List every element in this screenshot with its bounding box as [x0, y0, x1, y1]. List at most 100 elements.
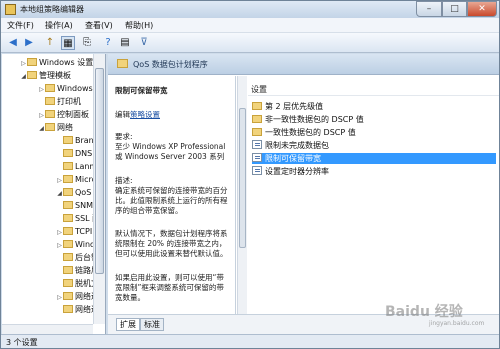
- status-text: 3 个设置: [6, 338, 38, 347]
- list-item[interactable]: 设置定时器分辨率: [252, 166, 496, 177]
- tree-vertical-scrollbar[interactable]: [93, 54, 105, 324]
- desc-line: 至少 Windows XP Professional: [115, 142, 226, 151]
- title-bar: 本地组策略编辑器 – □ ✕: [1, 1, 499, 18]
- expand-icon[interactable]: ▷: [56, 227, 63, 238]
- policy-setting-icon: [252, 166, 262, 175]
- folder-icon: [63, 279, 73, 287]
- menu-view[interactable]: 查看(V): [85, 20, 113, 31]
- pane-header: QoS 数据包计划程序: [108, 54, 499, 75]
- description-scrollbar[interactable]: [237, 76, 247, 314]
- desc-line: 比。此值限制系统上运行的所有程: [115, 196, 228, 205]
- tree-scroll-thumb[interactable]: [95, 68, 104, 274]
- folder-icon: [45, 84, 55, 92]
- folder-icon: [252, 115, 262, 123]
- extended-description: 限制可保留带宽 编辑策略设置 要求: 至少 Windows XP Profess…: [108, 76, 236, 314]
- properties-icon[interactable]: ▤: [118, 36, 132, 50]
- policy-editor-icon: [5, 4, 16, 15]
- expand-icon[interactable]: ▷: [38, 84, 45, 95]
- desc-line: 默认情况下，数据包计划程序将系: [115, 229, 228, 238]
- policy-settings-link[interactable]: 策略设置: [130, 110, 160, 119]
- tab-extended[interactable]: 扩展: [116, 318, 140, 331]
- folder-icon: [63, 188, 73, 196]
- policy-setting-icon: [252, 140, 262, 149]
- setting-title: 限制可保留带宽: [115, 86, 168, 95]
- menu-file[interactable]: 文件(F): [7, 20, 34, 31]
- up-folder-icon[interactable]: ↑: [43, 36, 57, 50]
- list-item[interactable]: 限制未完成数据包: [252, 140, 496, 151]
- back-arrow-icon[interactable]: ◀: [6, 36, 20, 50]
- desc-line: 或 Windows Server 2003 系列: [115, 152, 225, 161]
- tree-horizontal-scrollbar[interactable]: [2, 324, 93, 334]
- list-item-selected[interactable]: 限制可保留带宽: [252, 153, 496, 164]
- forward-arrow-icon[interactable]: ▶: [22, 36, 36, 50]
- export-list-icon[interactable]: ⎘: [80, 36, 94, 50]
- folder-icon: [63, 214, 73, 222]
- expand-icon[interactable]: ▷: [56, 292, 63, 303]
- menu-action[interactable]: 操作(A): [45, 20, 73, 31]
- folder-icon: [252, 102, 262, 110]
- folder-icon: [63, 253, 73, 261]
- pane-header-title: QoS 数据包计划程序: [133, 60, 208, 69]
- menu-help[interactable]: 帮助(H): [125, 20, 153, 31]
- folder-icon: [117, 59, 128, 68]
- desc-line: 统限制在 20% 的连接带宽之内，: [115, 239, 227, 248]
- collapse-icon[interactable]: ◢: [20, 71, 27, 82]
- list-item[interactable]: 一致性数据包的 DSCP 值: [252, 127, 496, 138]
- policy-setting-icon: [252, 153, 262, 162]
- tree-item-control-panel[interactable]: ▷ 控制面板: [38, 109, 89, 120]
- tree-item-admin-templates[interactable]: ◢ 管理模板: [20, 70, 71, 81]
- filter-icon[interactable]: ⊽: [137, 36, 151, 50]
- tree-item-windows-components[interactable]: ▷ Windows: [38, 83, 93, 94]
- tab-standard[interactable]: 标准: [140, 318, 164, 331]
- tree-item-microsoft[interactable]: ▷ Micro: [56, 174, 97, 185]
- list-item[interactable]: 非一致性数据包的 DSCP 值: [252, 114, 496, 125]
- desc-line: 描述:: [115, 176, 133, 185]
- desc-line: 宽限制”框来调整系统可保留的带: [115, 283, 224, 292]
- folder-icon: [45, 110, 55, 118]
- minimize-button[interactable]: –: [416, 1, 442, 17]
- tree-item-windows-settings[interactable]: ▷ Windows 设置: [20, 57, 93, 68]
- collapse-icon[interactable]: ◢: [56, 188, 63, 199]
- description-scroll-thumb[interactable]: [239, 108, 246, 248]
- status-bar: 3 个设置: [1, 334, 499, 348]
- collapse-icon[interactable]: ◢: [38, 123, 45, 134]
- folder-icon: [63, 175, 73, 183]
- folder-icon: [45, 123, 55, 131]
- navigation-tree: ▷ Windows 设置 ◢ 管理模板 ▷ Windows 打印机 ▷ 控制面板 ◢ 网络…: [2, 54, 106, 334]
- expand-icon[interactable]: ▷: [38, 110, 45, 121]
- desc-line: 宽数量。: [115, 293, 145, 302]
- edit-prefix: 编辑: [115, 110, 130, 119]
- desc-line: 要求:: [115, 132, 133, 141]
- tree-item-network[interactable]: ◢ 网络: [38, 122, 73, 133]
- settings-list: 设置 第 2 层优先级值 非一致性数据包的 DSCP 值 一致性数据包的 DSC…: [248, 76, 499, 314]
- expand-icon[interactable]: ▷: [20, 58, 27, 69]
- show-hide-tree-icon[interactable]: ▦: [61, 36, 75, 50]
- tree-item-printers[interactable]: 打印机: [38, 96, 81, 107]
- help-icon[interactable]: ?: [101, 36, 115, 50]
- desc-line: 如果启用此设置，则可以使用“带: [115, 273, 224, 282]
- desc-line: 序的组合带宽保留。: [115, 206, 183, 215]
- folder-icon: [63, 240, 73, 248]
- toolbar: ◀ ▶ ↑ ▦ ⎘ ? ▤ ⊽: [1, 33, 499, 53]
- folder-icon: [27, 71, 37, 79]
- expand-icon[interactable]: ▷: [56, 175, 63, 186]
- edit-policy-line: 编辑策略设置: [115, 110, 160, 119]
- column-header-setting[interactable]: 设置: [248, 84, 499, 96]
- folder-icon: [63, 162, 73, 170]
- watermark-logo: Baidu 经验: [385, 304, 463, 320]
- tree-item-snmp[interactable]: SNMP: [56, 200, 98, 211]
- desc-line: 确定系统可保留的连接带宽的百分: [115, 186, 228, 195]
- menu-bar: 文件(F) 操作(A) 查看(V) 帮助(H): [1, 18, 499, 33]
- close-button[interactable]: ✕: [467, 1, 497, 17]
- expand-icon[interactable]: ▷: [56, 240, 63, 251]
- watermark-url: jingyan.baidu.com: [429, 320, 485, 327]
- folder-icon: [63, 136, 73, 144]
- tree-item-tcpip[interactable]: ▷ TCPIP: [56, 226, 97, 237]
- list-item[interactable]: 第 2 层优先级值: [252, 101, 496, 112]
- folder-icon: [63, 292, 73, 300]
- folder-icon: [63, 305, 73, 313]
- folder-icon: [252, 128, 262, 136]
- maximize-button[interactable]: □: [442, 1, 467, 17]
- details-pane: QoS 数据包计划程序 限制可保留带宽 编辑策略设置 要求: 至少 Window…: [108, 54, 499, 334]
- folder-icon: [27, 58, 37, 66]
